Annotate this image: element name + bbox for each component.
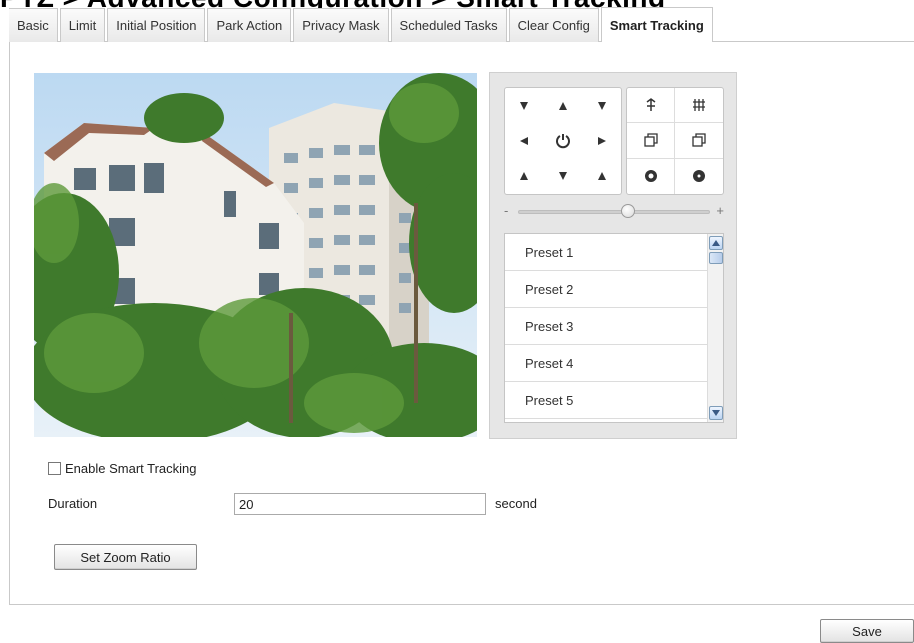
direction-pad <box>504 87 622 195</box>
preset-list: Preset 1 Preset 2 Preset 3 Preset 4 Pres… <box>504 233 724 423</box>
auto-pan-icon[interactable] <box>544 123 583 158</box>
scrollbar-thumb[interactable] <box>709 252 723 264</box>
arrow-right-icon[interactable] <box>582 123 621 158</box>
set-zoom-ratio-button[interactable]: Set Zoom Ratio <box>54 544 197 570</box>
preset-item[interactable]: Preset 4 <box>505 345 709 382</box>
scroll-down-icon[interactable] <box>709 406 723 420</box>
tab-privacy-mask[interactable]: Privacy Mask <box>293 8 389 42</box>
arrow-down-left-icon[interactable] <box>505 159 544 194</box>
tab-basic[interactable]: Basic <box>9 8 58 42</box>
arrow-up-left-icon[interactable] <box>505 88 544 123</box>
ptz-control-panel: - + Preset 1 Preset 2 Preset 3 Preset 4 … <box>489 72 737 439</box>
tab-smart-tracking[interactable]: Smart Tracking <box>600 7 713 42</box>
ptz-speed-slider[interactable]: - + <box>504 203 724 220</box>
tab-park-action[interactable]: Park Action <box>207 8 292 42</box>
focus-far-icon[interactable] <box>675 123 723 159</box>
save-button[interactable]: Save <box>820 619 914 643</box>
live-video-image <box>34 73 477 437</box>
speed-increase-icon[interactable]: + <box>716 203 724 218</box>
slider-track <box>518 210 710 214</box>
enable-smart-tracking-checkbox[interactable] <box>48 462 61 475</box>
preset-item[interactable]: Preset 2 <box>505 271 709 308</box>
speed-decrease-icon[interactable]: - <box>504 203 508 218</box>
duration-input[interactable] <box>234 493 486 515</box>
preset-scrollbar[interactable] <box>707 234 723 422</box>
arrow-down-icon[interactable] <box>544 159 583 194</box>
iris-open-icon[interactable] <box>627 158 675 194</box>
arrow-up-icon[interactable] <box>544 88 583 123</box>
tab-clear-config[interactable]: Clear Config <box>508 8 599 42</box>
focus-near-icon[interactable] <box>627 123 675 159</box>
iris-close-icon[interactable] <box>675 159 723 194</box>
preset-item[interactable]: Preset 3 <box>505 308 709 345</box>
zoom-in-icon[interactable] <box>627 88 675 124</box>
duration-label: Duration <box>48 496 98 511</box>
arrow-left-icon[interactable] <box>505 123 544 158</box>
tab-initial-position[interactable]: Initial Position <box>107 8 206 42</box>
enable-smart-tracking-row: Enable Smart Tracking <box>48 461 197 476</box>
slider-thumb[interactable] <box>621 204 635 218</box>
tab-scheduled-tasks[interactable]: Scheduled Tasks <box>390 8 507 42</box>
arrow-down-right-icon[interactable] <box>582 159 621 194</box>
tab-bar: Basic Limit Initial Position Park Action… <box>0 7 914 42</box>
preset-item[interactable]: Preset 5 <box>505 382 709 419</box>
enable-smart-tracking-label: Enable Smart Tracking <box>65 461 197 476</box>
zoom-out-icon[interactable] <box>675 88 723 124</box>
duration-unit-label: second <box>495 496 537 511</box>
live-video-view[interactable] <box>34 73 477 437</box>
arrow-up-right-icon[interactable] <box>582 88 621 123</box>
preset-item[interactable]: Preset 1 <box>505 234 709 271</box>
lens-control-pad <box>626 87 724 195</box>
scroll-up-icon[interactable] <box>709 236 723 250</box>
tab-limit[interactable]: Limit <box>59 8 106 42</box>
